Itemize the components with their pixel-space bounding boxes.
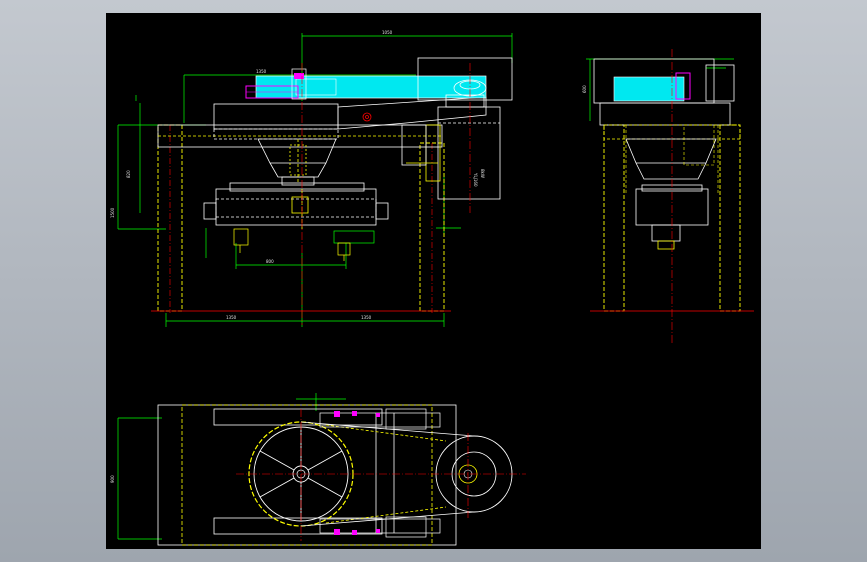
motor-labels: YLJ160 8kW [473,169,485,187]
top-dimensions [117,393,346,540]
front-dimension-texts: 1050 1350 820 1500 1350 1350 800 [110,30,393,320]
svg-text:1350: 1350 [361,315,372,320]
front-centrelines [301,63,471,325]
svg-text:1500: 1500 [110,207,115,218]
belt-guard [245,68,487,100]
cad-drawing-canvas[interactable]: 1050 1350 820 1500 1350 1350 800 YLJ160 … [106,13,761,549]
svg-text:YLJ160: YLJ160 [473,172,478,187]
cad-drawing: 1050 1350 820 1500 1350 1350 800 YLJ160 … [110,30,754,546]
svg-text:800: 800 [266,259,274,264]
svg-text:820: 820 [126,170,131,178]
svg-text:1350: 1350 [226,315,237,320]
svg-text:8kW: 8kW [480,169,485,178]
side-view: 600 [582,49,754,345]
front-legs [157,124,445,313]
boom-arm [337,96,487,130]
top-view: 900 [110,393,526,546]
roller-assembly [203,182,389,229]
gearbox-hopper [257,138,337,186]
discharge-nozzles [233,228,375,261]
top-dim-text: 900 [110,475,115,483]
front-view: 1050 1350 820 1500 1350 1350 800 YLJ160 … [110,30,513,327]
svg-text:1050: 1050 [382,30,393,35]
svg-text:1350: 1350 [256,69,267,74]
side-dim-text: 600 [582,85,587,93]
side-belt-guard [613,76,685,102]
top-frame-outline [157,404,457,546]
top-frame [157,103,443,148]
